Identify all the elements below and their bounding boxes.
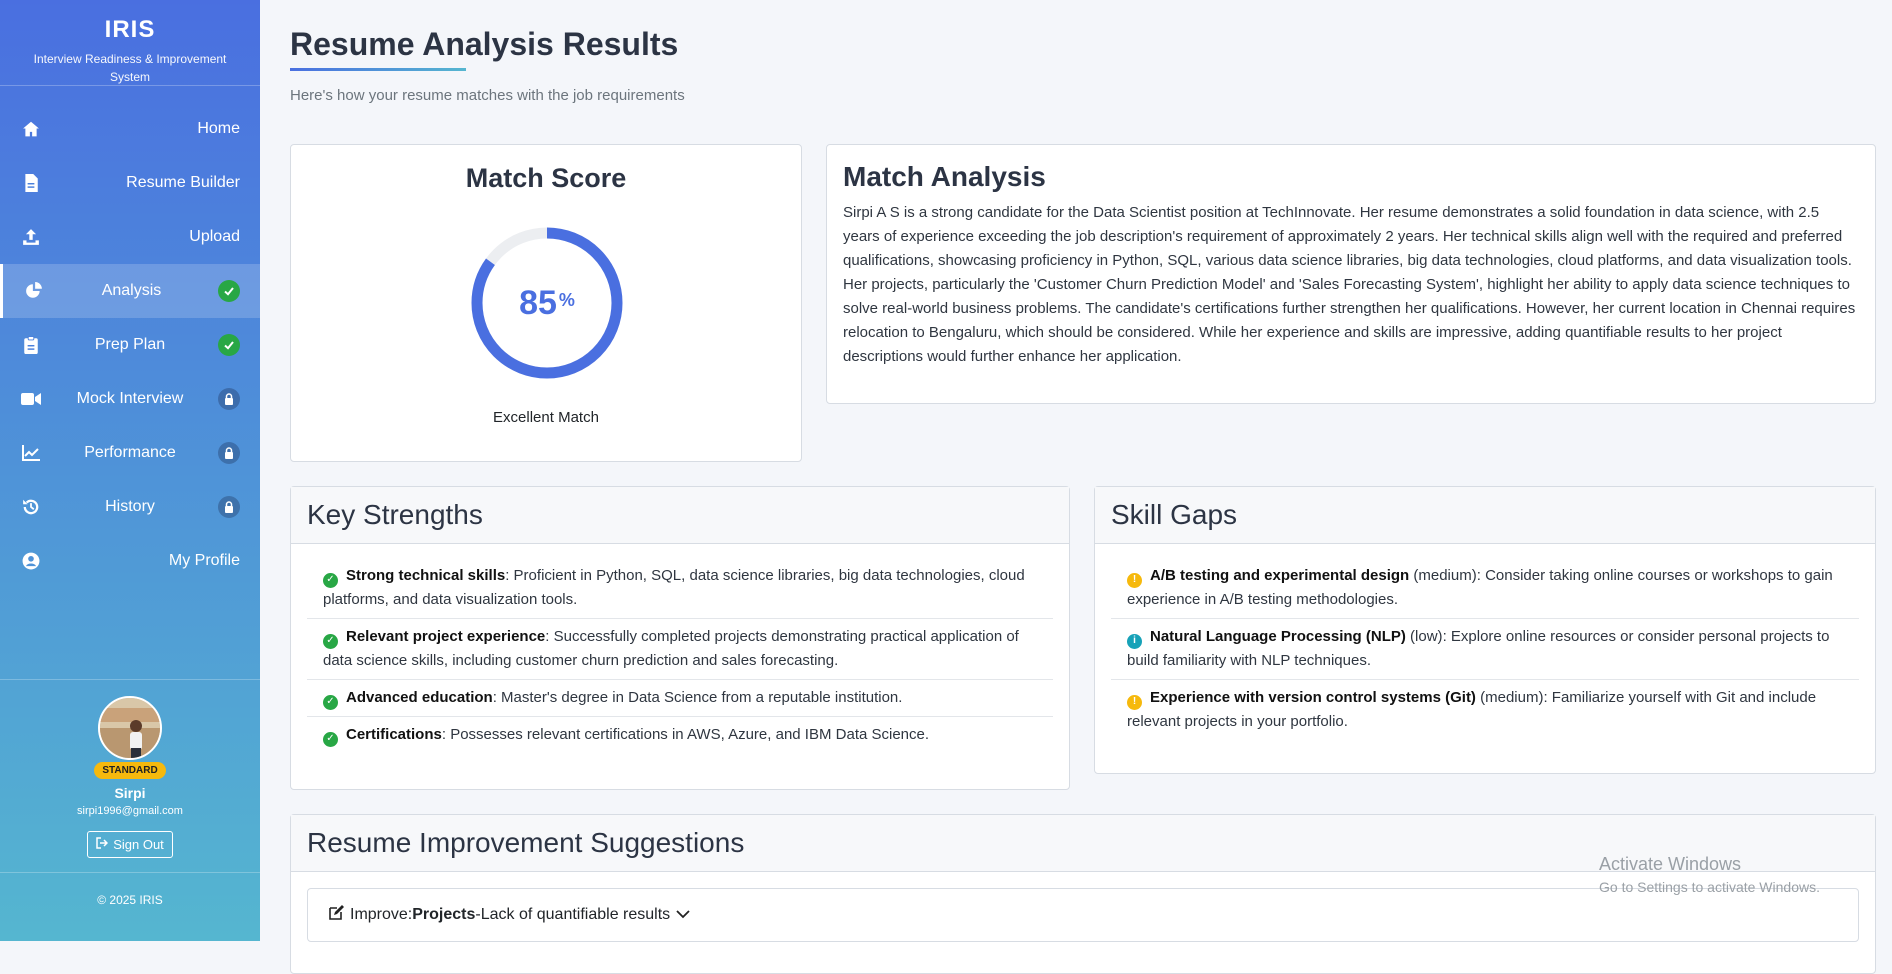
- check-circle-icon: ✓: [323, 572, 338, 588]
- warning-icon: !: [1127, 694, 1142, 710]
- list-item: ✓ Strong technical skills: Proficient in …: [307, 558, 1053, 619]
- user-email: sirpi1996@gmail.com: [77, 805, 183, 817]
- match-score-card: Match Score 85 % Excellent Match: [290, 144, 802, 462]
- chevron-down-icon: [676, 906, 690, 924]
- sidebar-item-home[interactable]: Home: [0, 102, 260, 156]
- gap-title: Natural Language Processing (NLP): [1150, 628, 1406, 645]
- strength-title: Strong technical skills: [346, 567, 506, 584]
- check-icon: [218, 334, 240, 356]
- sidebar-nav: Home Resume Builder Upload Analysis Prep…: [0, 102, 260, 588]
- match-analysis-text: Sirpi A S is a strong candidate for the …: [843, 204, 1856, 365]
- key-strengths-heading: Key Strengths: [291, 487, 1069, 544]
- gap-level: (low): [1405, 628, 1443, 645]
- check-circle-icon: ✓: [323, 633, 338, 649]
- check-circle-icon: ✓: [323, 731, 338, 747]
- gap-title: A/B testing and experimental design: [1150, 567, 1410, 584]
- profile-panel: STANDARD Sirpi sirpi1996@gmail.com Sign …: [0, 679, 260, 858]
- lock-icon: [218, 442, 240, 464]
- list-item: ! A/B testing and experimental design (me…: [1111, 558, 1859, 619]
- user-circle-icon: [20, 550, 42, 572]
- info-icon: i: [1127, 633, 1142, 649]
- match-analysis-heading: Match Analysis: [843, 161, 1046, 192]
- suggestion-prefix: Improve:: [350, 906, 413, 923]
- suggestion-accordion-item[interactable]: Improve: Projects -Lack of quantifiable re…: [307, 888, 1859, 942]
- watermark-line1: Activate Windows: [1599, 854, 1742, 874]
- watermark-line2: Go to Settings to activate Windows.: [1599, 879, 1820, 895]
- suggestion-text: -Lack of quantifiable results: [475, 906, 671, 923]
- upload-icon: [20, 226, 42, 248]
- sign-out-button[interactable]: Sign Out: [87, 831, 173, 858]
- brand-title[interactable]: IRIS: [0, 16, 260, 44]
- gap-level: (medium): [1475, 689, 1544, 706]
- list-item: ✓ Certifications: Possesses relevant cert…: [307, 717, 1053, 753]
- strengths-list: ✓ Strong technical skills: Proficient in …: [291, 544, 1069, 753]
- sidebar-item-label: Home: [197, 120, 240, 137]
- gap-title: Experience with version control systems …: [1150, 689, 1476, 706]
- gap-level: (medium): [1409, 567, 1477, 584]
- sidebar-item-prep-plan[interactable]: Prep Plan: [0, 318, 260, 372]
- copyright: © 2025 IRIS: [0, 872, 260, 907]
- lock-icon: [218, 388, 240, 410]
- plan-badge: STANDARD: [94, 762, 166, 779]
- avatar[interactable]: [98, 696, 162, 760]
- key-strengths-card: Key Strengths ✓ Strong technical skills : …: [290, 486, 1070, 790]
- sidebar-item-resume-builder[interactable]: Resume Builder: [0, 156, 260, 210]
- page-subtitle: Here's how your resume matches with the …: [290, 87, 685, 104]
- sign-out-label: Sign Out: [113, 837, 164, 852]
- home-icon: [20, 118, 42, 140]
- main-content: Resume Analysis Results Here's how your …: [290, 0, 1876, 974]
- sidebar: IRIS Interview Readiness & Improvement S…: [0, 0, 260, 941]
- sign-out-icon: [96, 837, 109, 852]
- sidebar-item-mock-interview[interactable]: Mock Interview: [0, 372, 260, 426]
- user-name: Sirpi: [114, 785, 146, 801]
- file-icon: [20, 172, 42, 194]
- check-icon: [218, 280, 240, 302]
- gaps-list: ! A/B testing and experimental design (me…: [1095, 544, 1875, 740]
- score-number: 85: [519, 283, 557, 322]
- list-item: ✓ Relevant project experience: Successful…: [307, 619, 1053, 680]
- strength-title: Relevant project experience: [346, 628, 546, 645]
- sidebar-item-label: Resume Builder: [126, 174, 240, 191]
- skill-gaps-card: Skill Gaps ! A/B testing and experimental…: [1094, 486, 1876, 774]
- check-circle-icon: ✓: [323, 694, 338, 710]
- title-underline: [290, 68, 466, 71]
- sidebar-item-analysis[interactable]: Analysis: [0, 264, 260, 318]
- match-analysis-card: Match Analysis Sirpi A S is a strong can…: [826, 144, 1876, 404]
- sidebar-item-my-profile[interactable]: My Profile: [0, 534, 260, 588]
- sidebar-item-label: Upload: [189, 228, 240, 245]
- sidebar-item-performance[interactable]: Performance: [0, 426, 260, 480]
- strength-title: Advanced education: [346, 689, 493, 706]
- sidebar-item-label: My Profile: [168, 552, 240, 569]
- list-item: i Natural Language Processing (NLP) (low)…: [1111, 619, 1859, 680]
- page-title: Resume Analysis Results: [290, 26, 679, 62]
- strength-text: : Possesses relevant certifications in A…: [441, 726, 930, 743]
- sidebar-item-history[interactable]: History: [0, 480, 260, 534]
- sidebar-item-upload[interactable]: Upload: [0, 210, 260, 264]
- list-item: ! Experience with version control systems…: [1111, 680, 1859, 740]
- score-unit: %: [558, 289, 575, 310]
- skill-gaps-heading: Skill Gaps: [1095, 487, 1875, 544]
- suggestion-section: Projects: [412, 906, 476, 923]
- score-value: 85 %: [469, 225, 625, 381]
- brand: IRIS Interview Readiness & Improvement S…: [0, 0, 260, 86]
- match-score-heading: Match Score: [465, 163, 627, 193]
- list-item: ✓ Advanced education: Master's degree in …: [307, 680, 1053, 717]
- lock-icon: [218, 496, 240, 518]
- warning-icon: !: [1127, 572, 1142, 588]
- strength-title: Certifications: [346, 726, 442, 743]
- edit-icon: [328, 904, 344, 926]
- strength-text: : Master's degree in Data Science from a…: [492, 689, 903, 706]
- brand-subtitle: Interview Readiness & Improvement System: [33, 52, 227, 84]
- windows-activation-watermark: Activate Windows Go to Settings to activ…: [1599, 854, 1820, 895]
- score-label: Excellent Match: [493, 409, 599, 426]
